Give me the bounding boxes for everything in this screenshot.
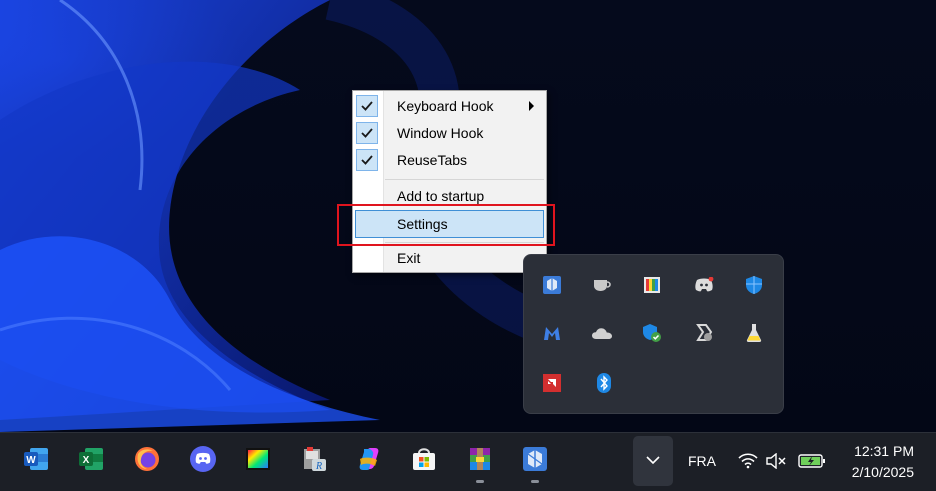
menu-item-label: Window Hook: [397, 125, 484, 141]
check-icon: [356, 149, 378, 171]
wifi-icon[interactable]: [737, 451, 759, 471]
firefox-icon[interactable]: [132, 444, 162, 474]
discord-icon[interactable]: [188, 444, 218, 474]
clock-time: 12:31 PM: [854, 443, 914, 459]
clock-date: 2/10/2025: [851, 464, 914, 480]
battery-charging-icon[interactable]: [797, 451, 827, 471]
language-indicator[interactable]: FRA: [688, 453, 716, 469]
app-cube-icon[interactable]: [520, 444, 550, 474]
menu-item-label: Keyboard Hook: [397, 98, 494, 114]
chevron-down-icon: [646, 452, 660, 470]
check-icon: [356, 95, 378, 117]
sync-app-icon[interactable]: [693, 322, 715, 344]
discord-icon[interactable]: [693, 274, 715, 296]
flask-icon[interactable]: [743, 322, 765, 344]
menu-item-reusetabs[interactable]: ReuseTabs: [355, 148, 544, 172]
security-shield-check-icon[interactable]: [641, 322, 663, 344]
svg-text:R: R: [315, 461, 322, 472]
menu-item-label: ReuseTabs: [397, 152, 468, 168]
onedrive-icon[interactable]: [591, 322, 613, 344]
show-hidden-icons-button[interactable]: [633, 436, 673, 486]
running-indicator: [531, 480, 539, 483]
word-icon[interactable]: W: [21, 444, 51, 474]
running-indicator: [476, 480, 484, 483]
printer-app-icon[interactable]: R: [299, 444, 329, 474]
store-icon[interactable]: [409, 444, 439, 474]
menu-item-window-hook[interactable]: Window Hook: [355, 121, 544, 145]
volume-muted-icon[interactable]: [766, 451, 788, 471]
malwarebytes-icon[interactable]: [541, 322, 563, 344]
menu-item-keyboard-hook[interactable]: Keyboard Hook: [355, 94, 544, 118]
clock[interactable]: 12:31 PM 2/10/2025: [852, 441, 914, 483]
menu-separator: [385, 179, 544, 180]
menu-item-exit[interactable]: Exit: [355, 246, 544, 270]
tray-overflow-panel: [523, 254, 784, 414]
amd-icon[interactable]: [541, 372, 563, 394]
highlight-annotation-box: [337, 204, 555, 246]
copilot-icon[interactable]: [354, 444, 384, 474]
bluetooth-icon[interactable]: [593, 372, 615, 394]
svg-text:X: X: [83, 455, 90, 466]
tea-cup-icon[interactable]: [591, 274, 613, 296]
winrar-icon[interactable]: [465, 444, 495, 474]
excel-icon[interactable]: X: [76, 444, 106, 474]
menu-item-label: Exit: [397, 250, 421, 266]
color-palette-icon[interactable]: [641, 274, 663, 296]
check-icon: [356, 122, 378, 144]
menu-item-label: Add to startup: [397, 188, 485, 204]
windows-defender-icon[interactable]: [743, 274, 765, 296]
submenu-arrow-icon: [529, 101, 534, 111]
svg-text:W: W: [26, 455, 36, 466]
color-bars-icon[interactable]: [243, 444, 273, 474]
app-cube-icon[interactable]: [541, 274, 563, 296]
